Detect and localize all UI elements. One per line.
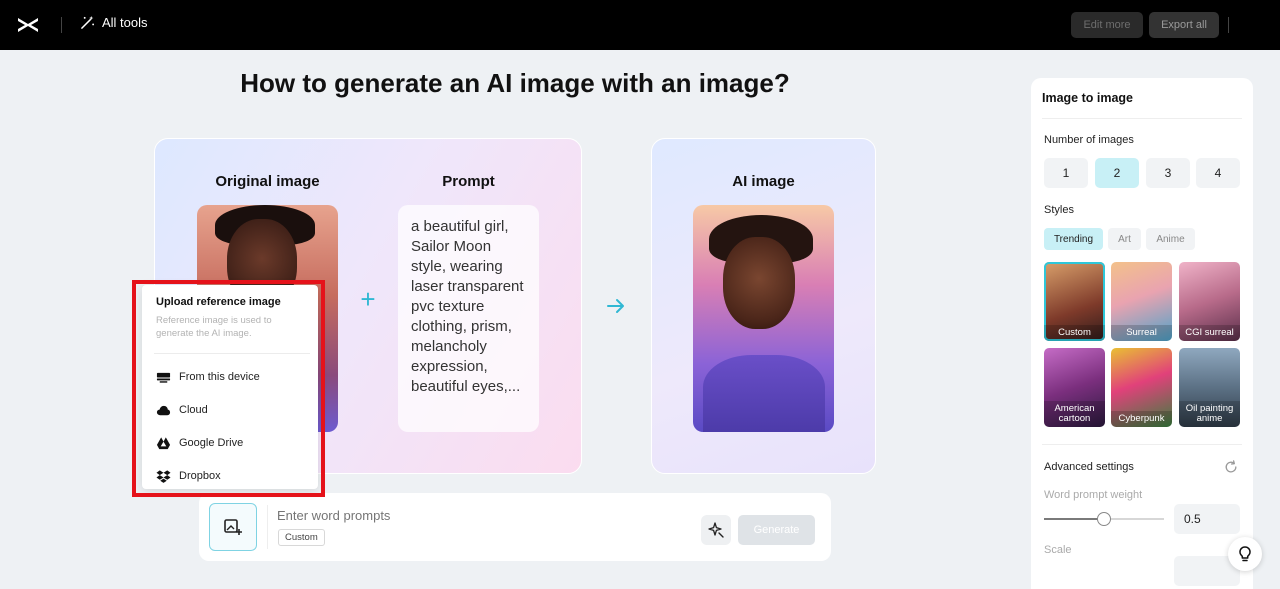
slider-handle[interactable] (1097, 512, 1111, 526)
style-tile-caption: Custom (1044, 325, 1105, 341)
prompt-example-text: a beautiful girl, Sailor Moon style, wea… (398, 205, 539, 432)
panel-title: Image to image (1042, 91, 1133, 105)
image-to-image-panel: Image to image Number of images 1 2 3 4 … (1031, 78, 1253, 589)
word-prompt-weight-slider[interactable] (1044, 512, 1164, 526)
style-tile-caption: American cartoon (1044, 401, 1105, 427)
ai-image-label: AI image (732, 173, 795, 190)
style-tile-cyberpunk[interactable]: Cyberpunk (1111, 348, 1172, 427)
slider-fill (1044, 518, 1104, 520)
number-option-3[interactable]: 3 (1146, 158, 1190, 188)
custom-style-tag[interactable]: Custom (278, 529, 325, 546)
edit-more-button[interactable]: Edit more (1071, 12, 1143, 38)
style-tab-trending[interactable]: Trending (1044, 228, 1103, 250)
upload-reference-button[interactable] (209, 503, 257, 551)
menu-item-label: From this device (179, 371, 260, 383)
style-tile-caption: Oil painting anime (1179, 401, 1240, 427)
menu-item-label: Dropbox (179, 470, 221, 482)
upload-reference-menu: Upload reference image Reference image i… (142, 285, 318, 489)
cloud-icon (156, 405, 171, 415)
original-image-label: Original image (215, 173, 320, 190)
menu-item-dropbox[interactable]: Dropbox (156, 468, 221, 484)
top-bar: All tools Edit more Export all (0, 0, 1280, 50)
number-option-1[interactable]: 1 (1044, 158, 1088, 188)
topbar-divider (61, 17, 62, 33)
capcut-logo-icon[interactable] (16, 13, 40, 37)
magic-wand-icon (81, 15, 95, 29)
number-option-4[interactable]: 4 (1196, 158, 1240, 188)
panel-divider (1042, 444, 1242, 445)
sparkle-wand-icon (708, 522, 724, 538)
panel-divider (1042, 118, 1242, 119)
style-tile-caption: Cyberpunk (1111, 411, 1172, 427)
menu-item-cloud[interactable]: Cloud (156, 402, 208, 418)
device-icon (156, 372, 171, 383)
tips-button[interactable] (1228, 537, 1262, 571)
image-add-icon (224, 519, 242, 535)
topbar-divider-right (1228, 17, 1229, 33)
all-tools-label: All tools (102, 15, 148, 30)
style-tile-custom[interactable]: Custom (1044, 262, 1105, 341)
page-title: How to generate an AI image with an imag… (240, 68, 790, 98)
prompt-label: Prompt (442, 173, 495, 190)
arrow-right-icon (607, 299, 624, 313)
prompt-bar-divider (267, 505, 268, 549)
style-tab-anime[interactable]: Anime (1146, 228, 1195, 250)
number-option-2[interactable]: 2 (1095, 158, 1139, 188)
style-tile-american-cartoon[interactable]: American cartoon (1044, 348, 1105, 427)
upload-menu-title: Upload reference image (156, 296, 281, 308)
prompt-input[interactable] (277, 508, 577, 523)
menu-item-google-drive[interactable]: Google Drive (156, 435, 243, 451)
number-of-images-label: Number of images (1044, 134, 1134, 146)
styles-label: Styles (1044, 204, 1074, 216)
google-drive-icon (156, 436, 171, 449)
plus-icon: + (360, 284, 376, 314)
style-tile-caption: CGI surreal (1179, 325, 1240, 341)
ai-image-thumbnail (693, 205, 834, 432)
prompt-bar: Custom Generate (199, 493, 831, 561)
upload-menu-description: Reference image is used to generate the … (156, 315, 272, 339)
inspire-button[interactable] (701, 515, 731, 545)
all-tools-button[interactable]: All tools (80, 15, 148, 30)
menu-item-from-device[interactable]: From this device (156, 369, 260, 385)
reset-icon[interactable] (1224, 460, 1238, 474)
word-prompt-weight-label: Word prompt weight (1044, 489, 1143, 501)
scale-label: Scale (1044, 544, 1072, 556)
style-tile-cgi-surreal[interactable]: CGI surreal (1179, 262, 1240, 341)
dropbox-icon (156, 469, 171, 483)
style-tile-surreal[interactable]: Surreal (1111, 262, 1172, 341)
style-tile-oil-painting-anime[interactable]: Oil painting anime (1179, 348, 1240, 427)
style-tile-caption: Surreal (1111, 325, 1172, 341)
lightbulb-icon (1239, 546, 1251, 562)
export-all-button[interactable]: Export all (1149, 12, 1219, 38)
word-prompt-weight-value[interactable]: 0.5 (1174, 504, 1240, 534)
style-tab-art[interactable]: Art (1108, 228, 1141, 250)
upload-menu-divider (154, 353, 310, 354)
advanced-settings-label: Advanced settings (1044, 461, 1134, 473)
menu-item-label: Google Drive (179, 437, 244, 449)
generate-button[interactable]: Generate (738, 515, 815, 545)
menu-item-label: Cloud (179, 404, 208, 416)
